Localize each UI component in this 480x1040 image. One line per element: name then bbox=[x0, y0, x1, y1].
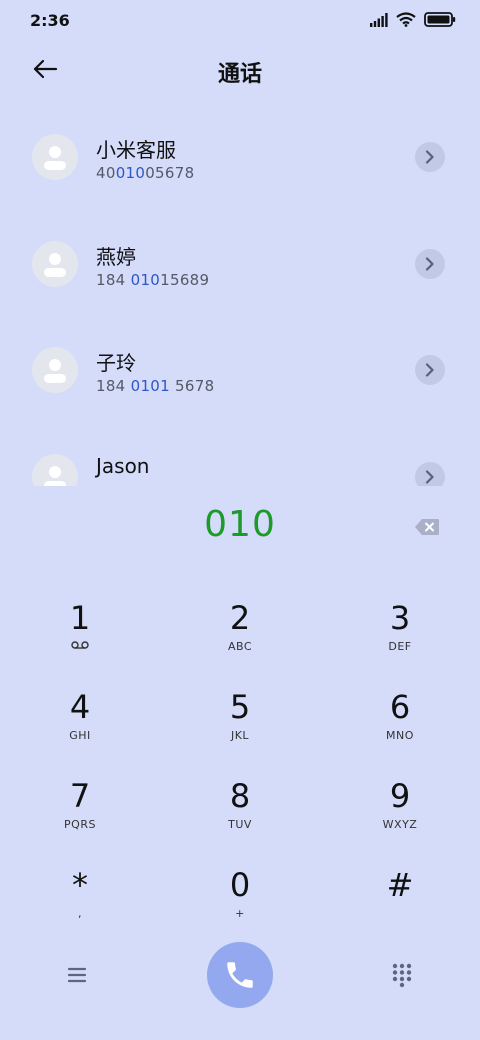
person-icon bbox=[44, 359, 66, 383]
person-icon bbox=[44, 466, 66, 486]
backspace-button[interactable] bbox=[414, 518, 440, 536]
status-time: 2:36 bbox=[30, 11, 70, 30]
contact-number: 184 01015689 bbox=[96, 271, 210, 289]
contact-detail-button[interactable] bbox=[415, 355, 445, 385]
header: 通话 bbox=[0, 48, 480, 92]
contact-name: 子玲 bbox=[96, 351, 136, 375]
contact-item[interactable]: 小米客服 4001005678 bbox=[0, 110, 480, 210]
contact-list: 小米客服 4001005678 燕婷 184 01015689 子玲 184 0… bbox=[0, 110, 480, 486]
key-6[interactable]: 6 MNO bbox=[340, 689, 460, 769]
contact-name: 燕婷 bbox=[96, 245, 136, 269]
avatar bbox=[32, 241, 78, 287]
signal-icon bbox=[370, 12, 388, 27]
contact-number: 4001005678 bbox=[96, 164, 195, 182]
contact-item[interactable]: 子玲 184 0101 5678 bbox=[0, 323, 480, 423]
key-8[interactable]: 8 TUV bbox=[180, 778, 300, 858]
status-icons bbox=[370, 12, 456, 27]
key-star[interactable]: * , bbox=[20, 867, 140, 947]
contact-item[interactable]: Jason bbox=[0, 430, 480, 486]
dialed-number: 010 bbox=[204, 504, 276, 545]
dialpad-toggle-button[interactable] bbox=[388, 960, 416, 988]
chevron-right-icon bbox=[425, 470, 434, 484]
contact-detail-button[interactable] bbox=[415, 249, 445, 279]
menu-icon bbox=[67, 967, 87, 983]
contact-detail-button[interactable] bbox=[415, 462, 445, 486]
backspace-icon bbox=[415, 519, 439, 535]
key-4[interactable]: 4 GHI bbox=[20, 689, 140, 769]
voicemail-icon bbox=[71, 641, 89, 649]
chevron-right-icon bbox=[425, 363, 434, 377]
contact-name: 小米客服 bbox=[96, 138, 176, 162]
page-title: 通话 bbox=[217, 62, 262, 87]
dialpad-grid-icon bbox=[392, 963, 412, 988]
key-5[interactable]: 5 JKL bbox=[180, 689, 300, 769]
phone-icon bbox=[227, 962, 253, 988]
call-button[interactable] bbox=[207, 942, 273, 1008]
wifi-icon bbox=[396, 12, 416, 27]
contact-detail-button[interactable] bbox=[415, 142, 445, 172]
key-2[interactable]: 2 ABC bbox=[180, 600, 300, 680]
key-1[interactable]: 1 bbox=[20, 600, 140, 680]
key-7[interactable]: 7 PQRS bbox=[20, 778, 140, 858]
avatar bbox=[32, 347, 78, 393]
status-bar: 2:36 bbox=[0, 0, 480, 40]
key-3[interactable]: 3 DEF bbox=[340, 600, 460, 680]
key-9[interactable]: 9 WXYZ bbox=[340, 778, 460, 858]
avatar bbox=[32, 454, 78, 486]
person-icon bbox=[44, 146, 66, 170]
person-icon bbox=[44, 253, 66, 277]
battery-icon bbox=[424, 12, 456, 27]
contact-item[interactable]: 燕婷 184 01015689 bbox=[0, 217, 480, 317]
key-0[interactable]: 0 + bbox=[180, 867, 300, 947]
bottom-bar bbox=[0, 940, 480, 1010]
chevron-right-icon bbox=[425, 257, 434, 271]
contact-name: Jason bbox=[96, 454, 150, 478]
chevron-right-icon bbox=[425, 150, 434, 164]
key-hash[interactable]: # bbox=[340, 867, 460, 947]
contact-number: 184 0101 5678 bbox=[96, 377, 215, 395]
menu-button[interactable] bbox=[62, 962, 92, 988]
avatar bbox=[32, 134, 78, 180]
